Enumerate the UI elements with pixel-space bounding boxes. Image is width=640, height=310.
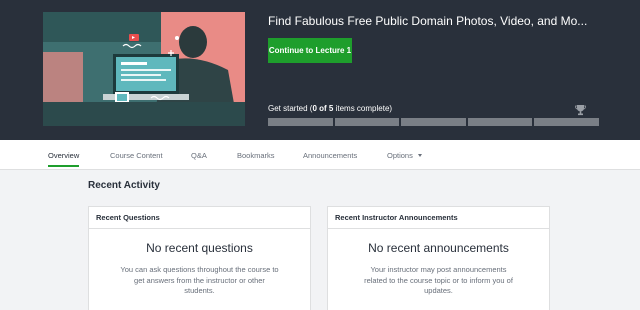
recent-announcements-card: Recent Instructor Announcements No recen… xyxy=(327,206,550,310)
empty-state-title: No recent questions xyxy=(146,241,253,255)
progress-segment xyxy=(401,118,466,126)
course-title: Find Fabulous Free Public Domain Photos,… xyxy=(268,14,588,28)
chevron-down-icon xyxy=(417,153,422,157)
tab-announcements[interactable]: Announcements xyxy=(303,140,357,170)
tab-label: Course Content xyxy=(110,150,163,160)
course-header: Find Fabulous Free Public Domain Photos,… xyxy=(0,0,640,140)
progress-of: of xyxy=(316,104,329,113)
progress-segment xyxy=(534,118,599,126)
recent-questions-card: Recent Questions No recent questions You… xyxy=(88,206,311,310)
progress-segment xyxy=(268,118,333,126)
tab-overview[interactable]: Overview xyxy=(48,140,80,170)
empty-state-description: You can ask questions throughout the cou… xyxy=(120,265,279,295)
progress-prefix: Get started ( xyxy=(268,104,313,113)
continue-lecture-button[interactable]: Continue to Lecture 1 xyxy=(268,38,352,63)
tab-bookmarks[interactable]: Bookmarks xyxy=(237,140,275,170)
tab-label: Overview xyxy=(48,150,80,160)
tab-label: Q&A xyxy=(191,150,207,160)
progress-suffix: items complete) xyxy=(333,104,393,113)
active-tab-underline xyxy=(48,165,80,167)
tab-options[interactable]: Options xyxy=(387,140,422,170)
empty-state-description: Your instructor may post announcements r… xyxy=(364,265,513,295)
tab-qa[interactable]: Q&A xyxy=(191,140,207,170)
empty-state-title: No recent announcements xyxy=(368,241,509,255)
tab-label: Bookmarks xyxy=(237,150,275,160)
course-tabs: Overview Course Content Q&A Bookmarks An… xyxy=(0,140,640,170)
tab-course-content[interactable]: Course Content xyxy=(110,140,163,170)
card-header: Recent Instructor Announcements xyxy=(328,207,549,229)
progress-bar xyxy=(268,118,599,126)
progress-segment xyxy=(467,118,533,126)
section-title: Recent Activity xyxy=(88,180,160,191)
trophy-icon xyxy=(575,105,586,116)
progress-segment xyxy=(334,118,400,126)
course-thumbnail xyxy=(43,12,245,126)
tab-label: Options xyxy=(387,150,413,160)
tab-label: Announcements xyxy=(303,150,358,160)
progress-label: Get started (0 of 5 items complete) xyxy=(268,104,392,113)
card-header: Recent Questions xyxy=(89,207,310,229)
